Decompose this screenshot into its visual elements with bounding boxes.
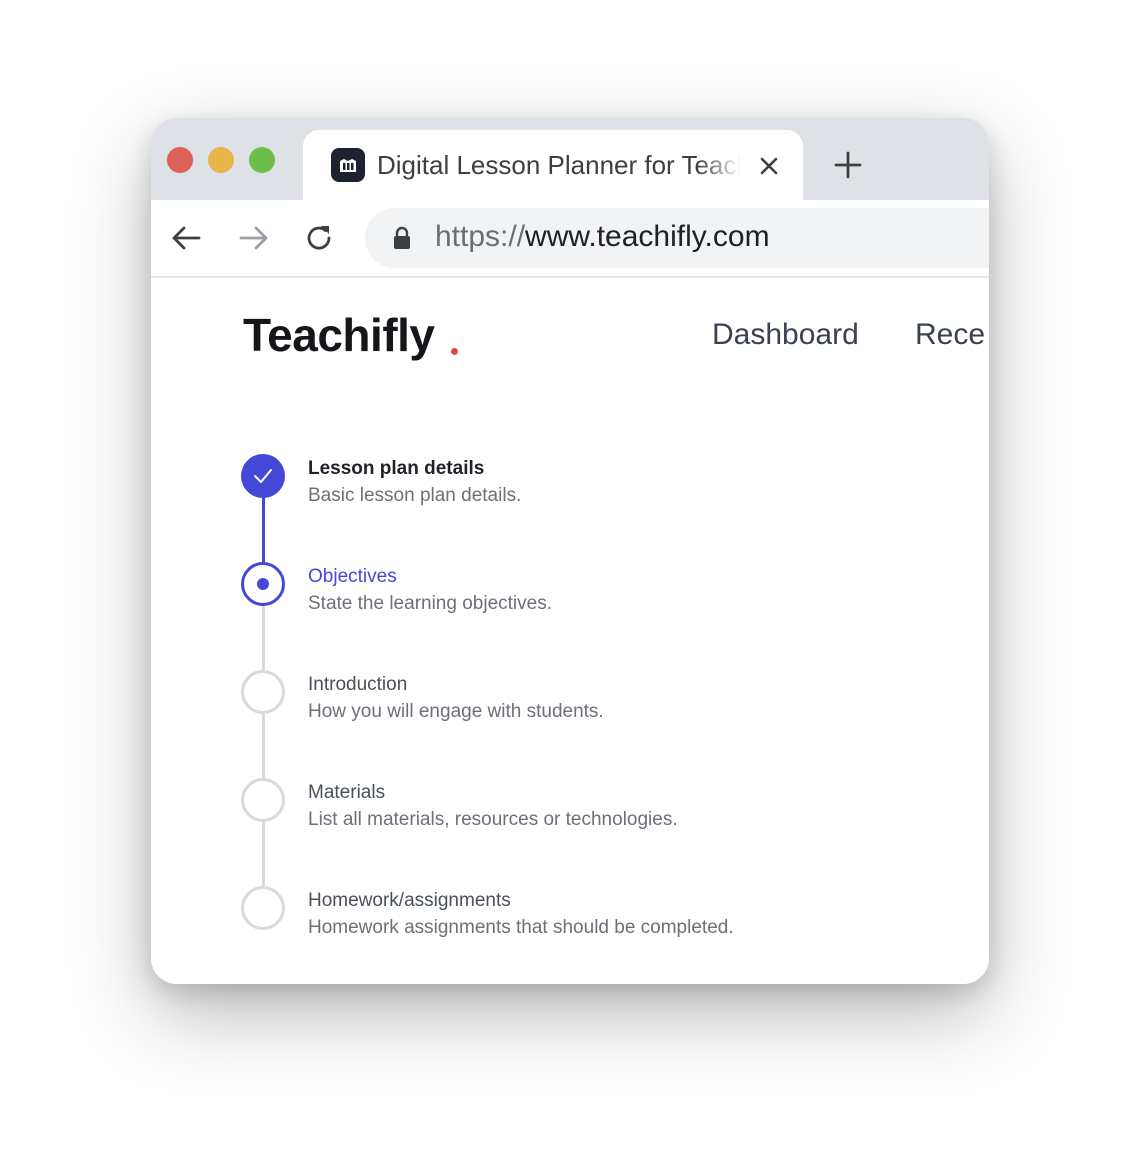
url-host: www.teachifly.com: [525, 220, 770, 253]
tab-title: Digital Lesson Planner for Teachers: [377, 150, 741, 180]
minimize-window-button[interactable]: [208, 147, 234, 173]
step-title-introduction[interactable]: Introduction: [308, 674, 407, 696]
step-title-homework-assignments[interactable]: Homework/assignments: [308, 890, 511, 912]
step-title-lesson-plan-details[interactable]: Lesson plan details: [308, 458, 484, 480]
browser-tab-active[interactable]: Digital Lesson Planner for Teachers: [303, 130, 803, 200]
step-description: Basic lesson plan details.: [308, 485, 522, 506]
close-window-button[interactable]: [167, 147, 193, 173]
nav-link-recent[interactable]: Rece: [915, 318, 985, 352]
forward-arrow-icon[interactable]: [235, 220, 271, 256]
url-text: https://www.teachifly.com: [435, 220, 770, 254]
step-description: List all materials, resources or technol…: [308, 809, 678, 830]
address-bar[interactable]: https://www.teachifly.com: [365, 208, 989, 268]
step-complete-indicator[interactable]: [241, 454, 285, 498]
step-upcoming-indicator[interactable]: [241, 670, 285, 714]
maximize-window-button[interactable]: [249, 147, 275, 173]
step-current-indicator[interactable]: [241, 562, 285, 606]
step-upcoming-indicator[interactable]: [241, 778, 285, 822]
nav-link-dashboard[interactable]: Dashboard: [712, 318, 859, 352]
teachifly-logo[interactable]: Teachifly: [243, 308, 435, 362]
logo-dot: [451, 348, 458, 355]
step-title-materials[interactable]: Materials: [308, 782, 385, 804]
step-description: State the learning objectives.: [308, 593, 552, 614]
step-upcoming-indicator[interactable]: [241, 886, 285, 930]
step-title-objectives[interactable]: Objectives: [308, 566, 397, 588]
new-tab-plus-icon[interactable]: [833, 150, 863, 180]
browser-window: Digital Lesson Planner for Teachers http…: [151, 118, 989, 984]
reload-icon[interactable]: [301, 220, 337, 256]
step-description: Homework assignments that should be comp…: [308, 917, 734, 938]
url-scheme: https://: [435, 220, 526, 253]
step-description: How you will engage with students.: [308, 701, 604, 722]
lesson-plan-stepper: Lesson plan details Basic lesson plan de…: [151, 394, 989, 984]
tab-bar: Digital Lesson Planner for Teachers: [151, 118, 989, 200]
lock-icon: [394, 226, 410, 249]
back-arrow-icon[interactable]: [169, 220, 205, 256]
close-tab-icon[interactable]: [755, 152, 783, 180]
checkmark-icon: [254, 469, 272, 483]
site-header: Teachifly Dashboard Rece: [151, 278, 989, 394]
teachifly-favicon-icon: [331, 148, 365, 182]
browser-toolbar: https://www.teachifly.com: [151, 200, 989, 278]
